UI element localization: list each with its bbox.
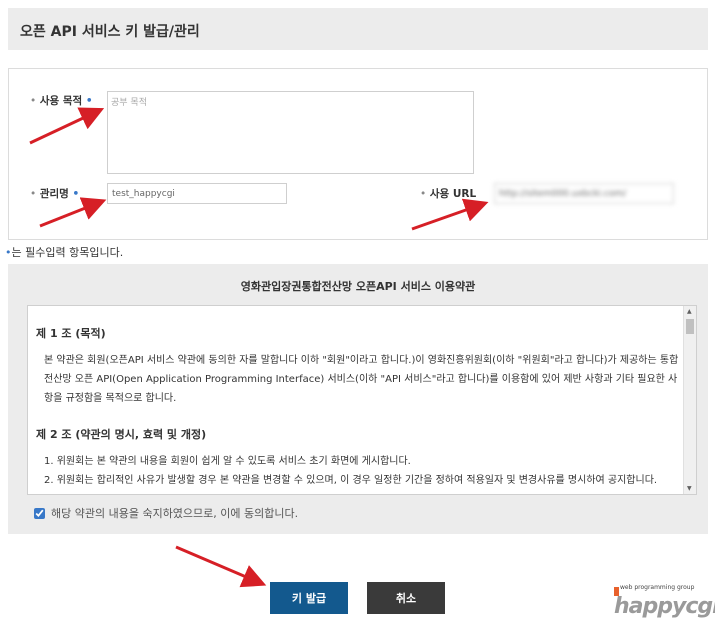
- bullet-icon: •: [30, 95, 37, 107]
- article-1-body: 본 약관은 회원(오픈API 서비스 약관에 동의한 자를 말합니다 이하 "회…: [44, 355, 679, 404]
- required-marker: •: [85, 95, 93, 107]
- terms-scroll-area[interactable]: 제 1 조 (목적) 본 약관은 회원(오픈API 서비스 약관에 동의한 자를…: [27, 305, 697, 495]
- required-marker: •: [72, 188, 80, 200]
- article-2-item: 2. 위원회는 합리적인 사유가 발생할 경우 본 약관을 변경할 수 있으며,…: [44, 475, 658, 486]
- api-key-form: • 사용 목적 • • 관리명 • • 사용 URL: [8, 68, 708, 240]
- agree-checkbox[interactable]: [34, 507, 45, 519]
- terms-content: 제 1 조 (목적) 본 약관은 회원(오픈API 서비스 약관에 동의한 자를…: [36, 306, 681, 490]
- required-note: •는 필수입력 항목입니다.: [5, 244, 123, 260]
- purpose-input[interactable]: [107, 91, 474, 174]
- terms-section: 영화관입장권통합전산망 오픈API 서비스 이용약관 제 1 조 (목적) 본 …: [8, 264, 708, 534]
- url-label: • 사용 URL: [420, 186, 476, 201]
- purpose-label-text: 사용 목적: [39, 95, 83, 107]
- usage-url-input[interactable]: [494, 183, 674, 204]
- required-note-text: 는 필수입력 항목입니다.: [11, 246, 124, 259]
- article-2-title: 제 2 조 (약관의 명시, 효력 및 개정): [36, 428, 207, 441]
- article-2-item: 1. 위원회는 본 약관의 내용을 회원이 쉽게 알 수 있도록 서비스 초기 …: [44, 456, 411, 467]
- happycgi-logo: web programming group happycgi: [614, 584, 715, 619]
- issue-key-button[interactable]: 키 발급: [270, 582, 348, 614]
- page-header: 오픈 API 서비스 키 발급/관리: [8, 8, 708, 50]
- manager-label: • 관리명 •: [30, 186, 79, 201]
- url-label-text: 사용 URL: [429, 188, 477, 200]
- arrow-to-issue-button: [175, 545, 267, 588]
- cancel-button[interactable]: 취소: [367, 582, 445, 614]
- manager-name-input[interactable]: [107, 183, 287, 204]
- scrollbar-thumb[interactable]: [686, 319, 694, 334]
- manager-label-text: 관리명: [39, 188, 69, 200]
- agree-label: 해당 약관의 내용을 숙지하였으므로, 이에 동의합니다.: [51, 507, 299, 520]
- agree-terms[interactable]: 해당 약관의 내용을 숙지하였으므로, 이에 동의합니다.: [34, 505, 298, 521]
- article-1-title: 제 1 조 (목적): [36, 327, 106, 340]
- logo-text: happycgi: [614, 594, 715, 619]
- bullet-icon: •: [420, 188, 427, 200]
- logo-tagline: web programming group: [620, 584, 695, 591]
- scroll-down-icon[interactable]: ▼: [687, 485, 692, 492]
- scroll-up-icon[interactable]: ▲: [687, 308, 692, 315]
- purpose-label: • 사용 목적 •: [30, 93, 93, 108]
- terms-scrollbar[interactable]: ▲ ▼: [683, 306, 696, 494]
- bullet-icon: •: [30, 188, 37, 200]
- page-title: 오픈 API 서비스 키 발급/관리: [20, 24, 200, 40]
- terms-title: 영화관입장권통합전산망 오픈API 서비스 이용약관: [240, 280, 476, 293]
